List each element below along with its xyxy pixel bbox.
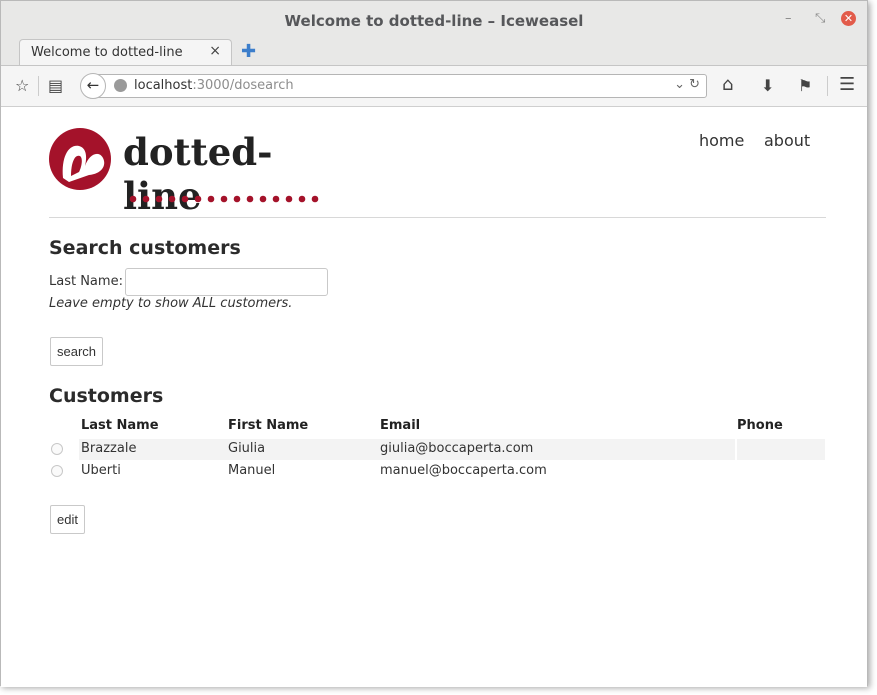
column-header-first-name: First Name	[228, 418, 309, 433]
window-title: Welcome to dotted-line – Iceweasel	[284, 12, 584, 30]
home-icon[interactable]: ⌂	[722, 74, 733, 95]
maximize-button[interactable]: ⤡	[815, 11, 825, 26]
header-divider	[49, 217, 826, 218]
minimize-button[interactable]: –	[785, 11, 792, 26]
last-name-label: Last Name:	[49, 274, 123, 289]
brand-name: dotted-line	[123, 130, 273, 218]
search-button[interactable]: search	[50, 337, 104, 366]
new-tab-icon[interactable]: ✚	[241, 41, 256, 62]
tab-label: Welcome to dotted-line	[31, 45, 183, 60]
title-bar: Welcome to dotted-line – Iceweasel – ⤡ ✕	[1, 1, 867, 39]
url-bar[interactable]: localhost:3000/dosearch ⌄ ↻	[93, 74, 707, 98]
nav-home-link[interactable]: home	[699, 131, 744, 150]
url-path: :3000/dosearch	[192, 78, 294, 93]
table-row[interactable]: Brazzale Giulia giulia@boccaperta.com	[49, 439, 825, 460]
bookmark-star-icon[interactable]: ☆	[15, 76, 29, 95]
cell-first-name: Giulia	[228, 441, 266, 456]
logo-mark-icon	[49, 128, 111, 190]
menu-icon[interactable]: ☰	[839, 74, 855, 95]
edit-button[interactable]: edit	[50, 505, 85, 534]
table-row[interactable]: Uberti Manuel manuel@boccaperta.com	[49, 461, 825, 482]
last-name-input[interactable]	[125, 268, 328, 296]
cell-email: giulia@boccaperta.com	[380, 441, 534, 456]
page-content: dotted-line home about Search customers …	[1, 107, 867, 687]
dotted-underline	[129, 195, 319, 203]
customers-heading: Customers	[49, 385, 164, 407]
tab-strip: Welcome to dotted-line ×	[1, 39, 867, 66]
cell-email: manuel@boccaperta.com	[380, 463, 547, 478]
navigation-toolbar: ☆ ▤ localhost:3000/dosearch ⌄ ↻ ← ⌂ ⬇ ⚑ …	[1, 66, 867, 107]
tab-welcome[interactable]: Welcome to dotted-line ×	[19, 39, 232, 65]
cell-gap	[735, 439, 737, 460]
close-window-button[interactable]: ✕	[841, 11, 856, 26]
cell-first-name: Manuel	[228, 463, 276, 478]
cell-last-name: Brazzale	[81, 441, 137, 456]
url-host: localhost	[134, 78, 193, 93]
column-header-email: Email	[380, 418, 421, 433]
column-header-phone: Phone	[737, 418, 783, 433]
download-icon[interactable]: ⬇	[761, 76, 774, 95]
site-identity-icon[interactable]	[114, 79, 127, 92]
url-text[interactable]: localhost:3000/dosearch	[134, 78, 294, 93]
row-select-radio[interactable]	[51, 465, 63, 477]
url-dropdown-reload-icon[interactable]: ⌄ ↻	[674, 77, 700, 92]
tab-close-icon[interactable]: ×	[209, 43, 221, 59]
search-hint: Leave empty to show ALL customers.	[49, 296, 293, 311]
reader-view-icon[interactable]: ▤	[48, 76, 63, 95]
flag-icon[interactable]: ⚑	[798, 76, 812, 95]
cell-last-name: Uberti	[81, 463, 121, 478]
toolbar-separator	[827, 76, 828, 96]
browser-window: Welcome to dotted-line – Iceweasel – ⤡ ✕…	[0, 0, 868, 687]
site-logo[interactable]: dotted-line	[49, 126, 329, 218]
back-button[interactable]: ←	[80, 73, 106, 99]
row-select-radio[interactable]	[51, 443, 63, 455]
column-header-last-name: Last Name	[81, 418, 159, 433]
toolbar-separator	[38, 76, 39, 96]
nav-about-link[interactable]: about	[764, 131, 810, 150]
search-heading: Search customers	[49, 237, 241, 259]
